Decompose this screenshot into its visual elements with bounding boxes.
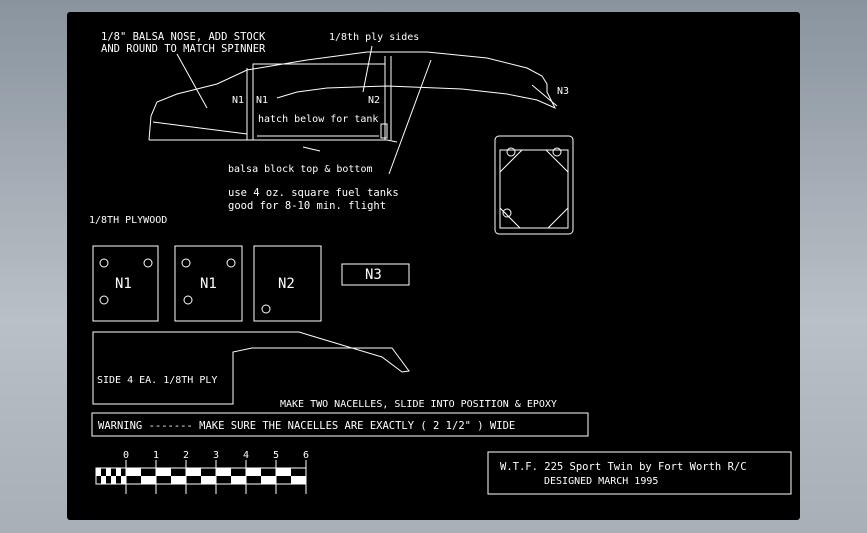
scale-tick-label: 6 (303, 450, 309, 461)
scale-square (291, 476, 306, 484)
note-make-two: MAKE TWO NACELLES, SLIDE INTO POSITION &… (280, 399, 557, 410)
scale-square (216, 468, 231, 476)
former-n1-left: N1 (92, 245, 159, 322)
side-panel: SIDE 4 EA. 1/8TH PLY (92, 331, 410, 405)
drawing-sheet: 1/8" BALSA NOSE, ADD STOCK AND ROUND TO … (67, 12, 800, 520)
scale-square (246, 468, 261, 476)
note-nose-line1: 1/8" BALSA NOSE, ADD STOCK (101, 31, 266, 43)
scale-tick-label: 1 (153, 450, 159, 461)
warning-text: WARNING ------- MAKE SURE THE NACELLES A… (98, 420, 515, 432)
former-n2-label: N2 (278, 276, 295, 292)
scale-square (276, 468, 291, 476)
note-balsa-block: balsa block top & bottom (228, 164, 373, 175)
note-plywood: 1/8TH PLYWOOD (89, 215, 167, 226)
label-n1-right: N1 (256, 95, 268, 106)
nacelle-side-view (148, 51, 558, 143)
warning-box: WARNING ------- MAKE SURE THE NACELLES A… (91, 412, 589, 437)
former-n3: N3 (341, 263, 410, 286)
note-tanks-line1: use 4 oz. square fuel tanks (228, 187, 399, 199)
title-line2: DESIGNED MARCH 1995 (544, 476, 658, 487)
label-n2: N2 (368, 95, 380, 106)
note-hatch: hatch below for tank (258, 114, 378, 125)
scale-square (106, 468, 111, 476)
former-n1-right-label: N1 (200, 276, 217, 292)
leader-nose (176, 53, 208, 109)
scale-square (96, 468, 101, 476)
leader-hatch (302, 146, 321, 152)
former-n2: N2 (253, 245, 322, 322)
scale-tick-label: 4 (243, 450, 249, 461)
plan-drawing: 1/8" BALSA NOSE, ADD STOCK AND ROUND TO … (89, 31, 792, 495)
scale-square (261, 476, 276, 484)
scale-square (101, 476, 106, 484)
note-ply-sides: 1/8th ply sides (329, 32, 419, 43)
leader-ply-sides (362, 45, 373, 93)
scale-bar: 0 1 2 3 4 5 6 (95, 450, 309, 494)
scale-square (231, 476, 246, 484)
label-n1-left: N1 (232, 95, 244, 106)
scale-square (126, 468, 141, 476)
scale-square (186, 468, 201, 476)
label-n3: N3 (557, 86, 569, 97)
former-n3-label: N3 (365, 267, 382, 283)
nacelle-front-view (494, 135, 574, 235)
scale-square (156, 468, 171, 476)
note-nose-line2: AND ROUND TO MATCH SPINNER (101, 43, 266, 55)
former-n1-right: N1 (174, 245, 243, 322)
scale-square (111, 476, 116, 484)
title-block: W.T.F. 225 Sport Twin by Fort Worth R/C … (487, 451, 792, 495)
scale-tick-label: 3 (213, 450, 219, 461)
scale-square (201, 476, 216, 484)
scale-square (171, 476, 186, 484)
title-line1: W.T.F. 225 Sport Twin by Fort Worth R/C (500, 461, 747, 473)
scale-square (141, 476, 156, 484)
former-n1-left-label: N1 (115, 276, 132, 292)
note-tanks-line2: good for 8-10 min. flight (228, 200, 386, 212)
scale-tick-label: 0 (123, 450, 129, 461)
scale-tick-label: 5 (273, 450, 279, 461)
scale-square (116, 468, 121, 476)
scale-tick-label: 2 (183, 450, 189, 461)
scale-square (121, 476, 126, 484)
leader-balsa-block (388, 59, 432, 175)
side-panel-label: SIDE 4 EA. 1/8TH PLY (97, 375, 217, 386)
